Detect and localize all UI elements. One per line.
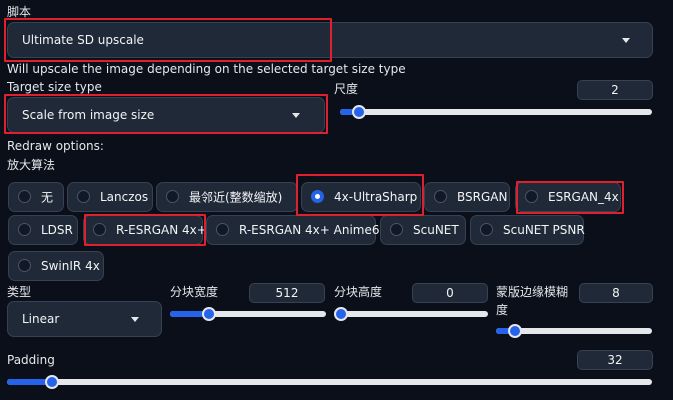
tile-height-label: 分块高度 xyxy=(334,285,383,299)
radio-icon xyxy=(390,223,403,236)
padding-number-input[interactable]: 32 xyxy=(577,350,653,370)
upscaler-option-label: ScuNET PSNR xyxy=(503,223,585,237)
upscaler-label: 放大算法 xyxy=(7,158,56,172)
radio-icon xyxy=(18,190,31,203)
target-size-label: Target size type xyxy=(7,80,102,94)
radio-icon xyxy=(311,190,324,203)
radio-icon xyxy=(18,223,31,236)
script-dropdown[interactable]: Ultimate SD upscale xyxy=(7,22,653,58)
mask-blur-slider[interactable] xyxy=(496,324,652,338)
radio-icon xyxy=(93,223,106,236)
upscaler-option[interactable]: SwinIR 4x xyxy=(8,251,104,281)
upscaler-option-label: R-ESRGAN 4x+ xyxy=(116,223,207,237)
redraw-options-label: Redraw options: xyxy=(7,139,104,153)
tile-width-slider-handle[interactable] xyxy=(202,307,216,321)
upscaler-option-label: ESRGAN_4x xyxy=(548,190,619,204)
upscaler-option[interactable]: 4x-UltraSharp xyxy=(301,182,421,212)
upscaler-option-label: BSRGAN xyxy=(457,190,508,204)
upscaler-option-label: 最邻近(整数缩放) xyxy=(189,190,283,205)
radio-icon xyxy=(434,190,447,203)
script-dropdown-value: Ultimate SD upscale xyxy=(22,33,144,47)
upscaler-option[interactable]: BSRGAN xyxy=(424,182,510,212)
tile-width-label: 分块宽度 xyxy=(170,285,219,299)
upscaler-option[interactable]: LDSR xyxy=(8,215,78,245)
target-size-dropdown[interactable]: Scale from image size xyxy=(7,97,325,133)
upscaler-option[interactable]: 最邻近(整数缩放) xyxy=(156,182,298,212)
scale-slider[interactable] xyxy=(340,105,652,119)
scale-slider-handle[interactable] xyxy=(351,105,366,119)
upscaler-option-label: 无 xyxy=(41,190,54,205)
radio-icon xyxy=(216,223,229,236)
tile-height-number-input[interactable]: 0 xyxy=(412,283,488,303)
padding-slider[interactable] xyxy=(7,375,652,389)
upscaler-option-label: 4x-UltraSharp xyxy=(334,190,418,204)
upscaler-option[interactable]: ESRGAN_4x xyxy=(515,182,621,212)
mask-blur-label: 蒙版边缘模糊度 xyxy=(496,283,572,319)
upscaler-option-label: SwinIR 4x xyxy=(41,259,100,273)
script-description: Will upscale the image depending on the … xyxy=(7,62,406,76)
tile-height-slider-handle[interactable] xyxy=(334,307,348,321)
type-dropdown[interactable]: Linear xyxy=(7,301,162,337)
type-dropdown-value: Linear xyxy=(22,312,60,326)
type-label: 类型 xyxy=(7,285,32,299)
radio-icon xyxy=(18,259,31,272)
upscaler-option[interactable]: ScuNET xyxy=(380,215,466,245)
scale-label: 尺度 xyxy=(334,82,359,96)
script-label: 脚本 xyxy=(7,5,32,19)
upscaler-option-label: LDSR xyxy=(41,223,73,237)
upscaler-option[interactable]: 无 xyxy=(8,182,64,212)
target-size-value: Scale from image size xyxy=(22,108,155,122)
upscaler-option-label: R-ESRGAN 4x+ Anime6B xyxy=(239,223,388,237)
upscaler-option[interactable]: Lanczos xyxy=(67,182,153,212)
padding-slider-handle[interactable] xyxy=(45,375,60,389)
tile-height-slider[interactable] xyxy=(334,307,488,321)
tile-width-number-input[interactable]: 512 xyxy=(249,283,325,303)
radio-icon xyxy=(166,190,179,203)
radio-icon xyxy=(480,223,493,236)
chevron-down-icon xyxy=(622,38,630,43)
mask-blur-number-input[interactable]: 8 xyxy=(579,283,653,303)
upscaler-option[interactable]: R-ESRGAN 4x+ xyxy=(83,215,207,245)
chevron-down-icon xyxy=(292,113,300,118)
padding-label: Padding xyxy=(7,353,55,367)
radio-icon xyxy=(525,190,538,203)
upscaler-option[interactable]: R-ESRGAN 4x+ Anime6B xyxy=(206,215,388,245)
chevron-down-icon xyxy=(131,317,139,322)
tile-width-slider[interactable] xyxy=(170,307,326,321)
upscaler-option-label: Lanczos xyxy=(100,190,149,204)
upscaler-option-label: ScuNET xyxy=(413,223,459,237)
scale-number-input[interactable]: 2 xyxy=(577,80,653,100)
upscaler-option[interactable]: ScuNET PSNR xyxy=(470,215,585,245)
mask-blur-label-text: 蒙版边缘模糊度 xyxy=(496,285,569,317)
radio-icon xyxy=(77,190,90,203)
mask-blur-slider-handle[interactable] xyxy=(507,324,522,338)
